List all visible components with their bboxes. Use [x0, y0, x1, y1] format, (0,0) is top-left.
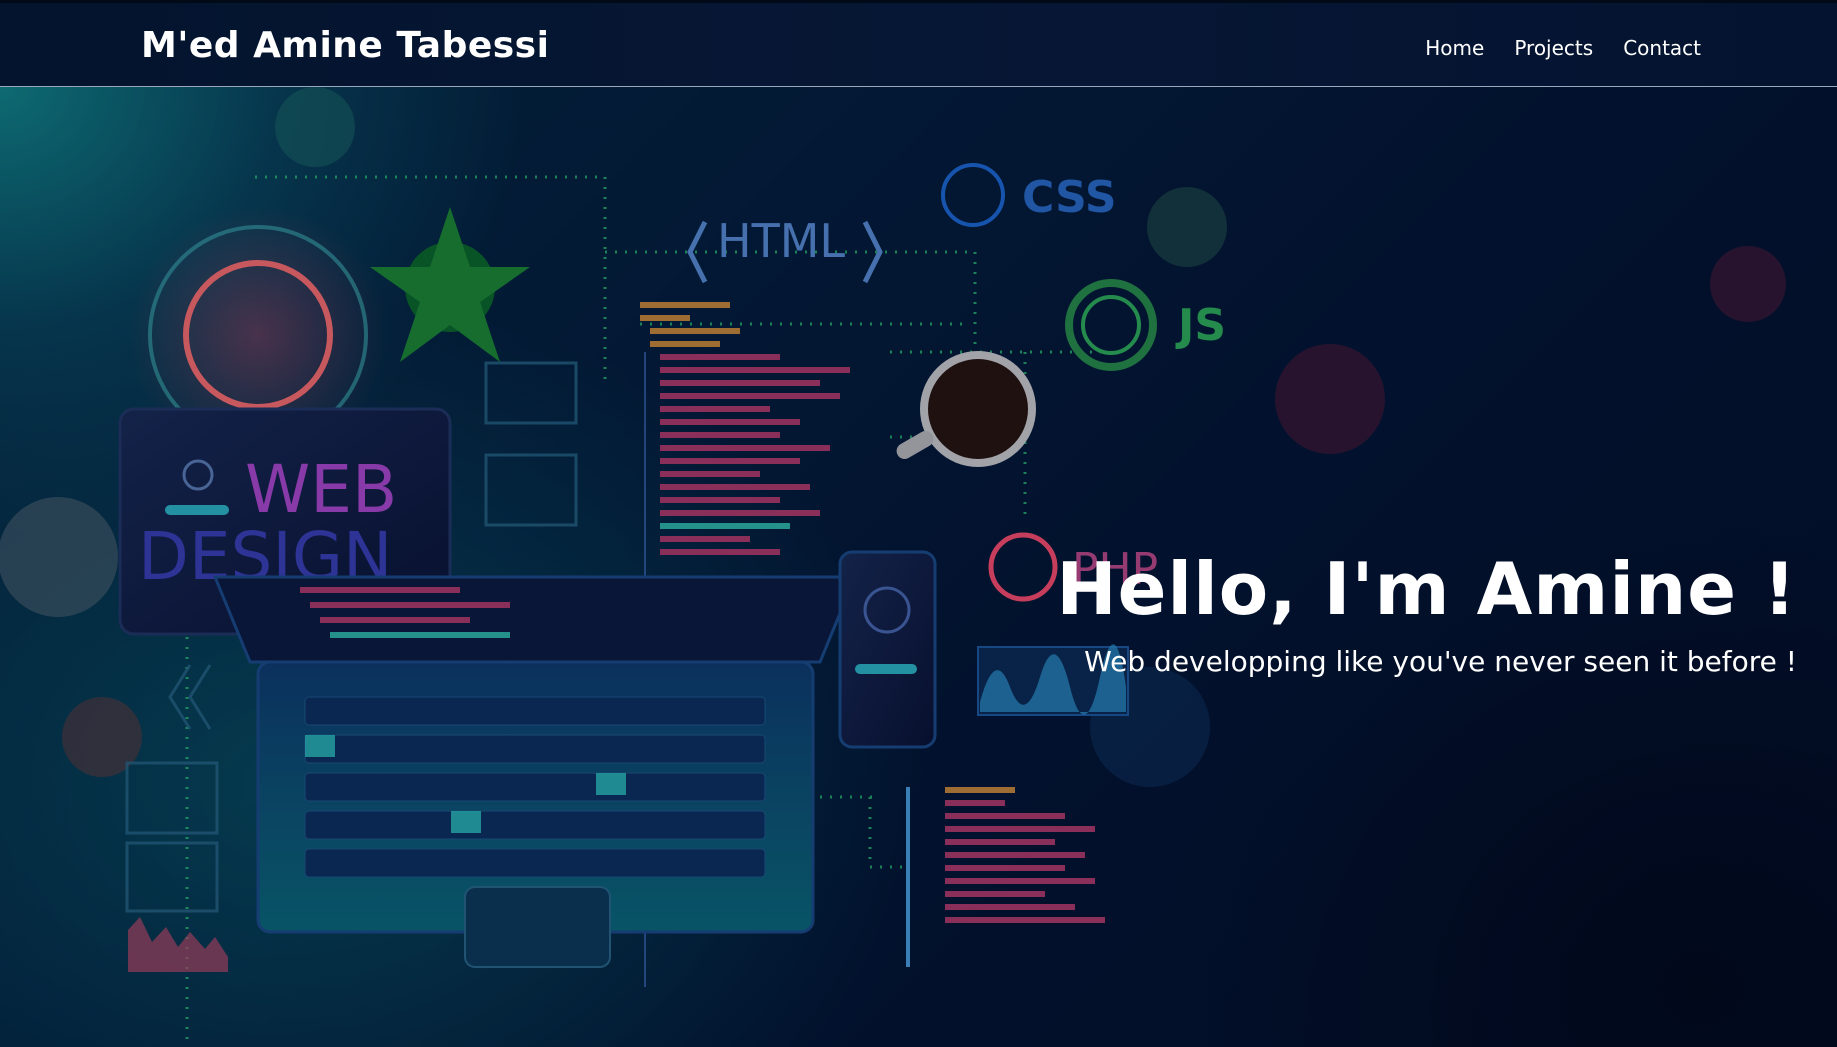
nav-links: Home Projects Contact — [1425, 36, 1701, 60]
site-brand[interactable]: M'ed Amine Tabessi — [141, 25, 549, 66]
nav-link-contact[interactable]: Contact — [1623, 36, 1701, 60]
hero-subtitle: Web developping like you've never seen i… — [1084, 645, 1797, 678]
top-navbar: M'ed Amine Tabessi Home Projects Contact — [0, 0, 1837, 87]
nav-link-home[interactable]: Home — [1425, 36, 1484, 60]
nav-link-projects[interactable]: Projects — [1514, 36, 1593, 60]
hero-section: HTML CSS JS PHP WEB DESIGN Hello, I'm Am… — [0, 87, 1837, 1047]
hero-title: Hello, I'm Amine ! — [1056, 547, 1797, 631]
